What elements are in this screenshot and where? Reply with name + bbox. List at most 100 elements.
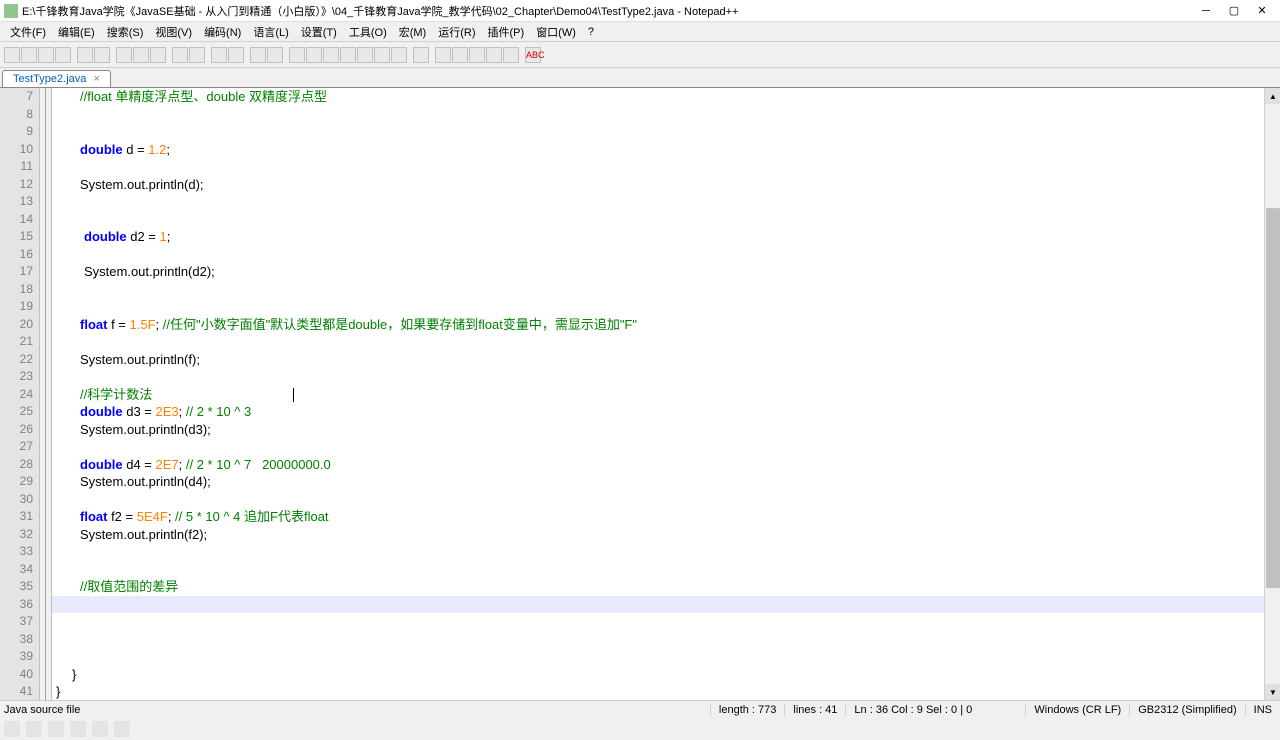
code-line[interactable]: } <box>52 666 1280 684</box>
tabbar: TestType2.java × <box>0 68 1280 88</box>
bottom-icon-6[interactable] <box>114 721 130 737</box>
code-line[interactable]: double d2 = 1; <box>52 228 1280 246</box>
paste-icon[interactable] <box>150 47 166 63</box>
code-line[interactable] <box>52 491 1280 509</box>
play-icon[interactable] <box>452 47 468 63</box>
code-area[interactable]: //float 单精度浮点型、double 双精度浮点型 double d = 1… <box>52 88 1280 700</box>
code-line[interactable] <box>52 561 1280 579</box>
scroll-thumb[interactable] <box>1266 208 1280 588</box>
code-line[interactable]: System.out.println(f); <box>52 351 1280 369</box>
tab-close-icon[interactable]: × <box>93 73 99 85</box>
code-line[interactable] <box>52 648 1280 666</box>
code-line[interactable] <box>52 193 1280 211</box>
bottom-icon-3[interactable] <box>48 721 64 737</box>
replace-icon[interactable] <box>228 47 244 63</box>
code-line[interactable]: System.out.println(f2); <box>52 526 1280 544</box>
code-line[interactable]: } <box>52 683 1280 700</box>
code-line[interactable] <box>52 123 1280 141</box>
code-line[interactable] <box>52 281 1280 299</box>
folder-icon[interactable] <box>357 47 373 63</box>
scroll-up-icon[interactable]: ▲ <box>1265 88 1280 104</box>
code-line[interactable] <box>52 333 1280 351</box>
save-icon[interactable] <box>38 47 54 63</box>
menu-run[interactable]: 运行(R) <box>432 22 481 42</box>
redo-icon[interactable] <box>189 47 205 63</box>
minimize-button[interactable]: ─ <box>1192 2 1220 20</box>
bottom-icon-4[interactable] <box>70 721 86 737</box>
open-icon[interactable] <box>21 47 37 63</box>
spell-icon[interactable]: ABC <box>525 47 541 63</box>
menu-tools[interactable]: 工具(O) <box>343 22 393 42</box>
sync-icon[interactable] <box>289 47 305 63</box>
monitor-icon[interactable] <box>413 47 429 63</box>
bottombar <box>0 718 1280 740</box>
code-line[interactable] <box>52 298 1280 316</box>
code-line[interactable]: double d4 = 2E7; // 2 * 10 ^ 7 20000000.… <box>52 456 1280 474</box>
menu-settings[interactable]: 设置(T) <box>295 22 343 42</box>
zoomout-icon[interactable] <box>267 47 283 63</box>
new-icon[interactable] <box>4 47 20 63</box>
menu-file[interactable]: 文件(F) <box>4 22 52 42</box>
copy-icon[interactable] <box>133 47 149 63</box>
code-line[interactable]: System.out.println(d); <box>52 176 1280 194</box>
code-line[interactable]: double d3 = 2E3; // 2 * 10 ^ 3 <box>52 403 1280 421</box>
code-line[interactable]: //取值范围的差异 <box>52 578 1280 596</box>
menu-search[interactable]: 搜索(S) <box>101 22 150 42</box>
bottom-icon-2[interactable] <box>26 721 42 737</box>
bottom-icon-5[interactable] <box>92 721 108 737</box>
tab-file[interactable]: TestType2.java × <box>2 70 111 87</box>
code-line[interactable] <box>52 438 1280 456</box>
allchars-icon[interactable] <box>323 47 339 63</box>
zoomin-icon[interactable] <box>250 47 266 63</box>
saveall-icon[interactable] <box>55 47 71 63</box>
doc-icon[interactable] <box>374 47 390 63</box>
code-line[interactable] <box>52 543 1280 561</box>
code-line[interactable]: float f2 = 5E4F; // 5 * 10 ^ 4 追加F代表floa… <box>52 508 1280 526</box>
undo-icon[interactable] <box>172 47 188 63</box>
vertical-scrollbar[interactable]: ▲ ▼ <box>1264 88 1280 700</box>
status-encoding: GB2312 (Simplified) <box>1129 704 1244 716</box>
code-line[interactable] <box>52 631 1280 649</box>
wrap-icon[interactable] <box>306 47 322 63</box>
code-line[interactable]: System.out.println(d4); <box>52 473 1280 491</box>
find-icon[interactable] <box>211 47 227 63</box>
maximize-button[interactable]: ▢ <box>1220 2 1248 20</box>
fold-margin <box>40 88 52 700</box>
app-icon <box>4 4 18 18</box>
code-line[interactable]: System.out.println(d2); <box>52 263 1280 281</box>
code-line[interactable] <box>52 211 1280 229</box>
code-line[interactable] <box>52 368 1280 386</box>
close-button[interactable]: ✕ <box>1248 2 1276 20</box>
menu-window[interactable]: 窗口(W) <box>530 22 582 42</box>
closeall-icon[interactable] <box>94 47 110 63</box>
scroll-down-icon[interactable]: ▼ <box>1265 684 1280 700</box>
stop-icon[interactable] <box>469 47 485 63</box>
code-line[interactable]: double d = 1.2; <box>52 141 1280 159</box>
code-line[interactable]: float f = 1.5F; //任何"小数字面值"默认类型都是double，… <box>52 316 1280 334</box>
close-icon[interactable] <box>77 47 93 63</box>
func-icon[interactable] <box>391 47 407 63</box>
code-line[interactable]: //float 单精度浮点型、double 双精度浮点型 <box>52 88 1280 106</box>
saverec-icon[interactable] <box>503 47 519 63</box>
status-eol: Windows (CR LF) <box>1025 704 1129 716</box>
menu-edit[interactable]: 编辑(E) <box>52 22 101 42</box>
code-line[interactable] <box>52 106 1280 124</box>
record-icon[interactable] <box>435 47 451 63</box>
code-line[interactable] <box>52 158 1280 176</box>
menu-help[interactable]: ? <box>582 24 600 40</box>
code-line[interactable] <box>52 613 1280 631</box>
code-line[interactable] <box>52 596 1280 614</box>
indent-icon[interactable] <box>340 47 356 63</box>
status-position: Ln : 36 Col : 9 Sel : 0 | 0 <box>845 704 1025 716</box>
cut-icon[interactable] <box>116 47 132 63</box>
code-line[interactable]: System.out.println(d3); <box>52 421 1280 439</box>
menu-view[interactable]: 视图(V) <box>149 22 198 42</box>
menu-language[interactable]: 语言(L) <box>247 22 294 42</box>
menu-encoding[interactable]: 编码(N) <box>198 22 247 42</box>
code-line[interactable]: //科学计数法 <box>52 386 1280 404</box>
bottom-icon-1[interactable] <box>4 721 20 737</box>
playrec-icon[interactable] <box>486 47 502 63</box>
menu-macro[interactable]: 宏(M) <box>393 22 433 42</box>
menu-plugins[interactable]: 插件(P) <box>482 22 531 42</box>
code-line[interactable] <box>52 246 1280 264</box>
